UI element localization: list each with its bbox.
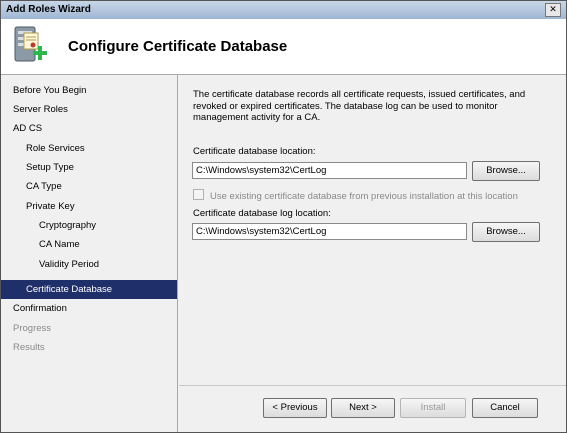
sidebar-item-private-key[interactable]: Private Key <box>1 197 177 216</box>
sidebar-item-cryptography[interactable]: Cryptography <box>1 216 177 235</box>
page-title: Configure Certificate Database <box>68 38 288 55</box>
db-location-label: Certificate database location: <box>193 146 316 157</box>
wizard-step-sidebar: Before You Begin Server Roles AD CS Role… <box>1 75 178 432</box>
browse-log-location-button[interactable]: Browse... <box>472 222 540 242</box>
next-button[interactable]: Next > <box>331 398 395 418</box>
footer-divider <box>179 385 566 386</box>
sidebar-item-ca-type[interactable]: CA Type <box>1 177 177 196</box>
sidebar-item-results: Results <box>13 342 45 353</box>
page-description: The certificate database records all cer… <box>193 89 526 123</box>
window-title: Add Roles Wizard <box>6 4 91 15</box>
use-existing-db-row: Use existing certificate database from p… <box>193 189 518 202</box>
sidebar-item-server-roles[interactable]: Server Roles <box>1 100 177 119</box>
db-location-field[interactable] <box>192 162 467 179</box>
install-button: Install <box>400 398 466 418</box>
sidebar-item-progress: Progress <box>13 323 52 334</box>
sidebar-item-ad-cs[interactable]: AD CS <box>1 119 177 138</box>
wizard-content: The certificate database records all cer… <box>179 75 566 432</box>
sidebar-item-role-services[interactable]: Role Services <box>1 139 177 158</box>
use-existing-db-label: Use existing certificate database from p… <box>210 191 518 202</box>
browse-db-location-button[interactable]: Browse... <box>472 161 540 181</box>
sidebar-item-certificate-database[interactable]: Certificate Database <box>1 280 177 299</box>
previous-button[interactable]: < Previous <box>263 398 327 418</box>
log-location-field[interactable] <box>192 223 467 240</box>
sidebar-item-confirmation[interactable]: Confirmation <box>1 299 177 318</box>
use-existing-db-checkbox <box>193 189 204 200</box>
title-bar[interactable]: Add Roles Wizard ✕ <box>1 1 566 19</box>
server-certificate-add-icon <box>14 26 47 62</box>
sidebar-item-before-you-begin[interactable]: Before You Begin <box>1 81 177 100</box>
wizard-header: Configure Certificate Database <box>1 19 566 75</box>
close-icon[interactable]: ✕ <box>545 3 561 17</box>
wizard-window: Add Roles Wizard ✕ Configure Certificate… <box>0 0 567 433</box>
sidebar-item-ca-name[interactable]: CA Name <box>1 235 177 254</box>
log-location-label: Certificate database log location: <box>193 208 331 219</box>
sidebar-item-setup-type[interactable]: Setup Type <box>1 158 177 177</box>
cancel-button[interactable]: Cancel <box>472 398 538 418</box>
sidebar-item-validity-period[interactable]: Validity Period <box>1 255 177 274</box>
